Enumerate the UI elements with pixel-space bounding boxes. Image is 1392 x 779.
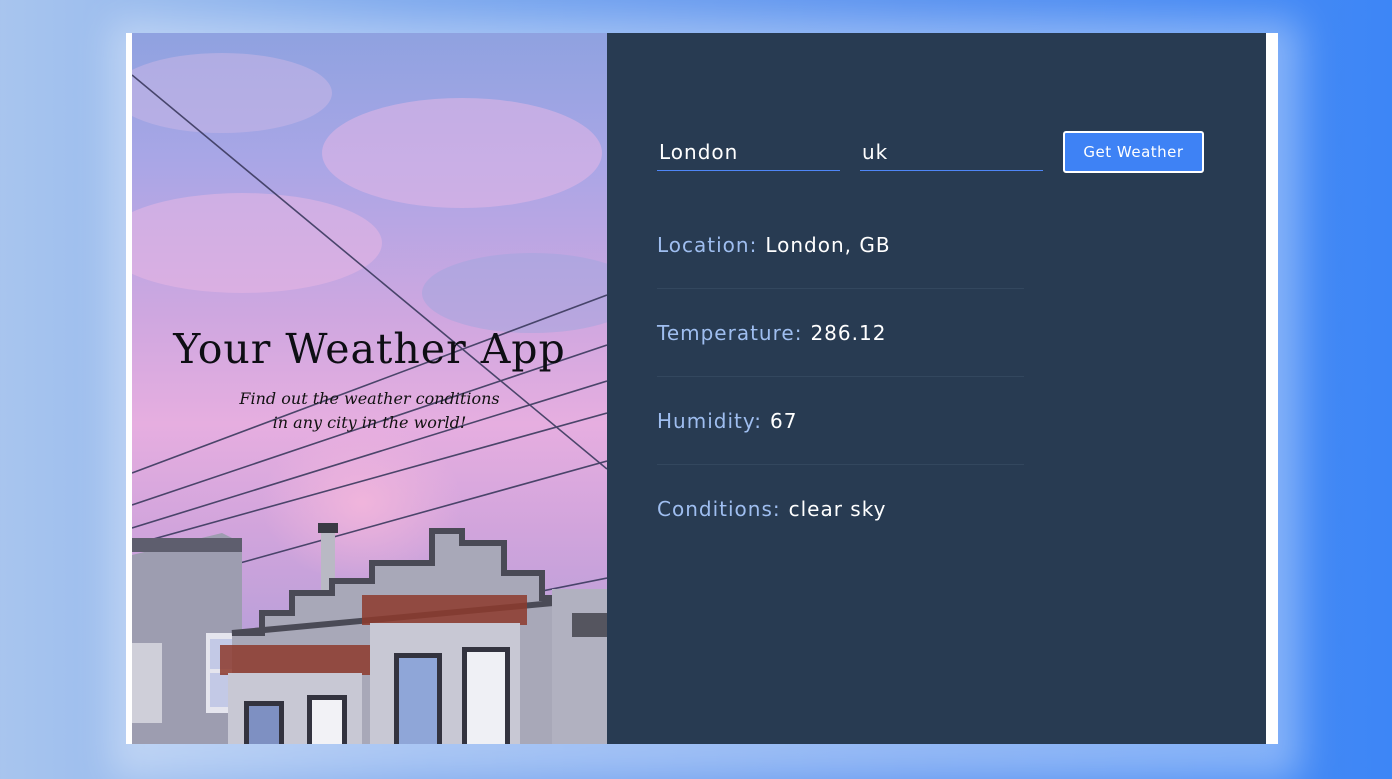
card-right-edge: [1266, 33, 1278, 744]
hero-subtitle-line2: in any city in the world!: [272, 413, 467, 432]
result-humidity: Humidity: 67: [657, 377, 1024, 465]
location-value: London, GB: [765, 232, 891, 257]
weather-results: Location: London, GB Temperature: 286.12…: [657, 201, 1024, 553]
location-label: Location:: [657, 232, 758, 257]
conditions-label: Conditions:: [657, 497, 781, 521]
result-conditions: Conditions: clear sky: [657, 465, 1024, 553]
humidity-label: Humidity:: [657, 408, 762, 433]
city-input[interactable]: [657, 133, 840, 171]
result-location: Location: London, GB: [657, 201, 1024, 289]
temperature-value: 286.12: [810, 320, 887, 345]
weather-panel: Get Weather Location: London, GB Tempera…: [607, 33, 1266, 744]
result-temperature: Temperature: 286.12: [657, 289, 1024, 377]
hero-subtitle-line1: Find out the weather conditions: [239, 389, 500, 408]
weather-app-card: Your Weather App Find out the weather co…: [126, 33, 1278, 744]
humidity-value: 67: [769, 408, 798, 433]
get-weather-button[interactable]: Get Weather: [1063, 131, 1204, 173]
temperature-label: Temperature:: [657, 320, 803, 345]
conditions-value: clear sky: [788, 497, 887, 521]
hero-title: Your Weather App: [173, 325, 566, 373]
hero-photo: Your Weather App Find out the weather co…: [132, 33, 607, 744]
country-input[interactable]: [860, 133, 1043, 171]
hero-subtitle: Find out the weather conditions in any c…: [132, 387, 607, 435]
